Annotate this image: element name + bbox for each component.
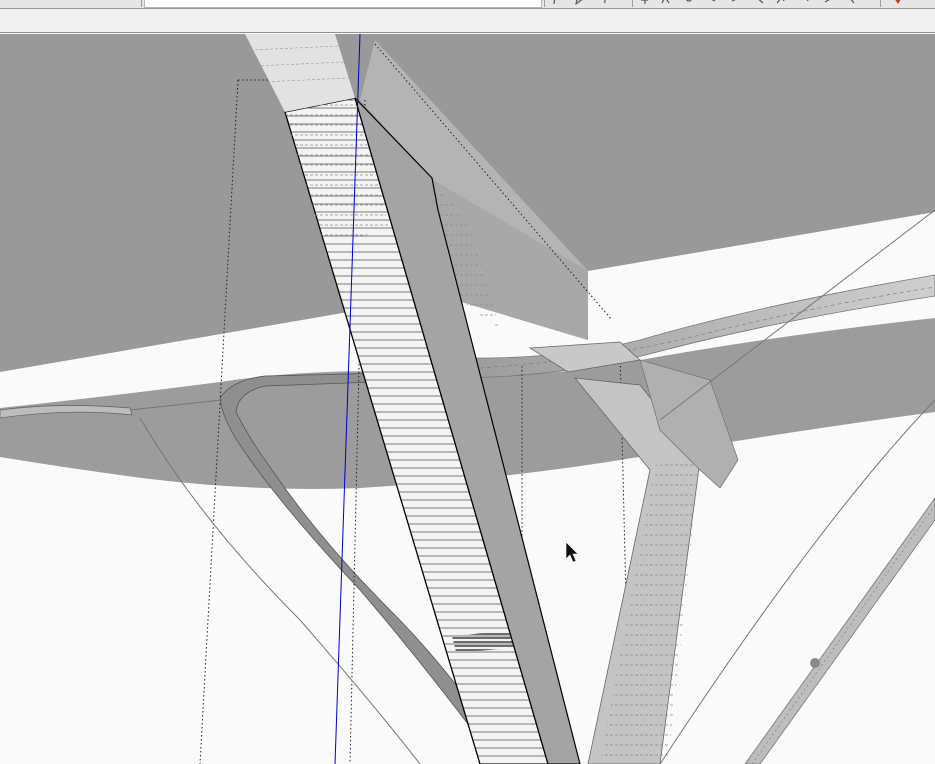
- scale-tool-icon[interactable]: [731, 0, 740, 5]
- ruby-console-icon[interactable]: [893, 0, 902, 5]
- toolbar-separator: [880, 0, 881, 7]
- move-tool-icon[interactable]: [640, 0, 649, 5]
- top-toolbar: [0, 0, 935, 9]
- section-plane-icon[interactable]: [847, 0, 856, 5]
- arc-tool-icon[interactable]: [553, 0, 562, 5]
- axes-tool-icon[interactable]: [800, 0, 809, 5]
- toolbar-input-field[interactable]: [144, 0, 542, 8]
- offset-tool-icon[interactable]: [707, 0, 716, 5]
- rotate-tool-icon[interactable]: [603, 0, 612, 5]
- protractor-icon[interactable]: [776, 0, 785, 5]
- toolbar-separator: [632, 0, 633, 7]
- toolbar-separator: [544, 0, 545, 7]
- arrow-cursor-icon: [565, 541, 579, 563]
- dimension-tool-icon[interactable]: [824, 0, 833, 5]
- follow-me-tool-icon[interactable]: [684, 0, 693, 5]
- toolbar-separator: [141, 0, 142, 7]
- ribbon-band-far-right[interactable]: [744, 497, 935, 764]
- modeling-viewport[interactable]: [0, 33, 935, 764]
- push-pull-tool-icon[interactable]: [661, 0, 670, 5]
- model-canvas[interactable]: [0, 33, 935, 764]
- toolbar-strip: [0, 9, 935, 33]
- pie-tool-icon[interactable]: [575, 0, 584, 5]
- tape-measure-icon[interactable]: [755, 0, 764, 5]
